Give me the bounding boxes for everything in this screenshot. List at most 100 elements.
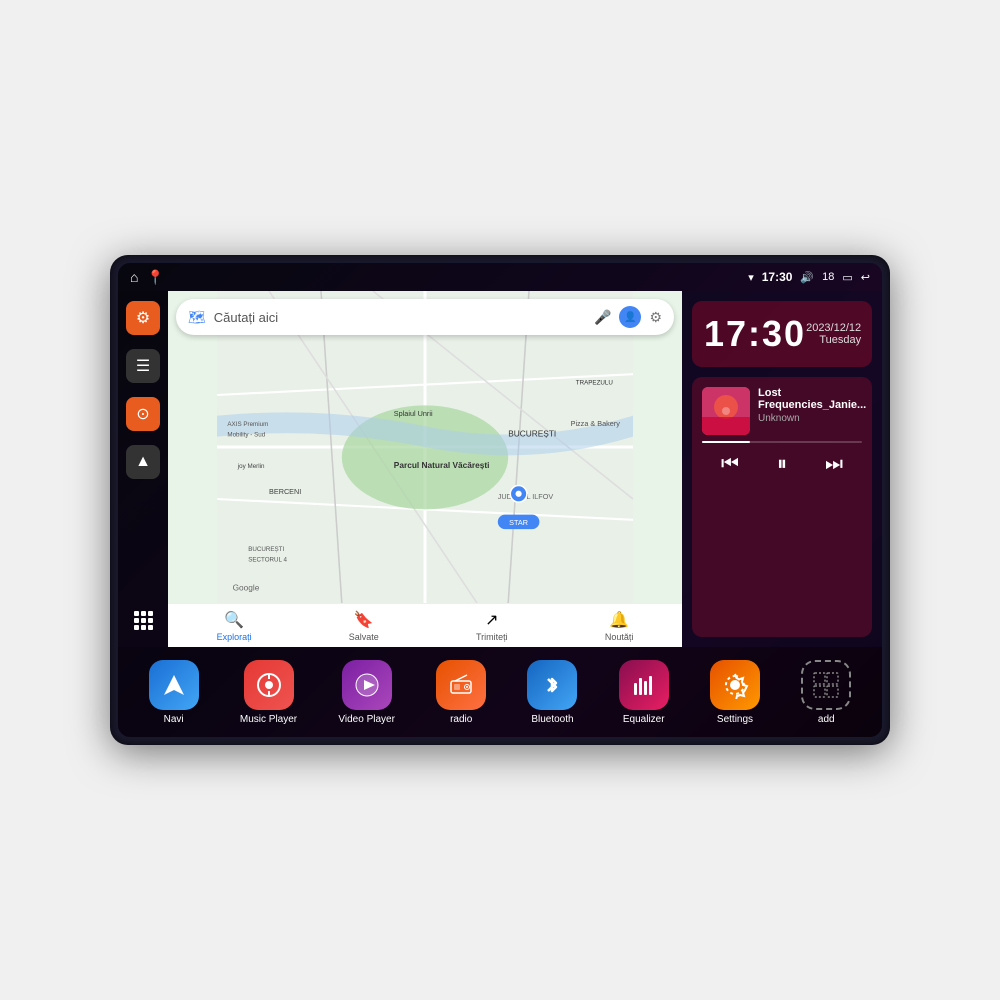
svg-text:Google: Google (233, 583, 260, 593)
battery-level: 18 (822, 271, 834, 283)
app-settings[interactable]: Settings (710, 660, 760, 725)
share-icon: ↗ (485, 610, 498, 630)
user-avatar[interactable]: 👤 (619, 306, 641, 328)
navi-label: Navi (164, 714, 184, 725)
music-album-art (702, 387, 750, 435)
apps-dock: Navi Music Player (118, 647, 882, 737)
music-controls: ⏮ ⏸ ⏭ (702, 449, 862, 480)
music-widget: Lost Frequencies_Janie... Unknown ⏮ ⏸ ⏭ (692, 377, 872, 637)
car-display-device: ⌂ 📍 ▾ 17:30 🔊 18 ▭ ↩ ⚙ ☰ (110, 255, 890, 745)
wifi-icon: ▾ (748, 271, 754, 284)
status-time: 17:30 (762, 270, 793, 284)
app-bluetooth[interactable]: Bluetooth (527, 660, 577, 725)
home-icon: ⌂ (130, 269, 138, 285)
clock-widget: 17:30 2023/12/12 Tuesday (692, 301, 872, 367)
music-pause-button[interactable]: ⏸ (773, 449, 791, 480)
app-add[interactable]: add (801, 660, 851, 725)
svg-text:Parcul Natural Văcărești: Parcul Natural Văcărești (394, 460, 490, 470)
svg-text:Splaiul Unrii: Splaiul Unrii (394, 409, 433, 418)
music-details: Lost Frequencies_Janie... Unknown (758, 387, 866, 424)
equalizer-label: Equalizer (623, 714, 665, 725)
app-music-player[interactable]: Music Player (240, 660, 297, 725)
status-bar: ⌂ 📍 ▾ 17:30 🔊 18 ▭ ↩ (118, 263, 882, 291)
news-icon: 🔔 (609, 610, 629, 630)
mic-icon[interactable]: 🎤 (594, 309, 611, 326)
folder-icon: ☰ (136, 356, 150, 376)
map-nav-news[interactable]: 🔔 Noutăți (605, 610, 634, 642)
google-maps-icon: 🗺 (188, 309, 206, 326)
status-right-info: ▾ 17:30 🔊 18 ▭ ↩ (748, 270, 870, 284)
map-nav-saved[interactable]: 🔖 Salvate (349, 610, 379, 642)
app-navi[interactable]: Navi (149, 660, 199, 725)
svg-text:Pizza & Bakery: Pizza & Bakery (571, 419, 621, 428)
sidebar-nav-button[interactable]: ▲ (126, 445, 160, 479)
map-nav-share[interactable]: ↗ Trimiteți (476, 610, 508, 642)
settings-icon-dock (710, 660, 760, 710)
svg-text:BERCENI: BERCENI (269, 487, 301, 496)
right-panel: 17:30 2023/12/12 Tuesday (682, 291, 882, 647)
map-settings-icon[interactable]: ⚙ (649, 309, 662, 326)
sidebar-location-button[interactable]: ⊙ (126, 397, 160, 431)
svg-text:BUCUREȘTI: BUCUREȘTI (248, 546, 284, 553)
center-area: Parcul Natural Văcărești BUCUREȘTI JUDEȚ… (168, 291, 682, 647)
map-nav-explore[interactable]: 🔍 Explorați (217, 610, 252, 642)
music-player-icon (244, 660, 294, 710)
map-search-input[interactable]: Căutați aici (214, 310, 586, 325)
clock-date: 2023/12/12 (806, 322, 861, 334)
map-svg: Parcul Natural Văcărești BUCUREȘTI JUDEȚ… (168, 291, 682, 603)
bluetooth-icon (527, 660, 577, 710)
add-icon (801, 660, 851, 710)
news-label: Noutăți (605, 632, 634, 642)
equalizer-icon (619, 660, 669, 710)
video-player-icon (342, 660, 392, 710)
svg-text:AXIS Premium: AXIS Premium (227, 421, 268, 428)
back-icon[interactable]: ↩ (861, 271, 870, 284)
volume-icon: 🔊 (800, 271, 814, 284)
svg-text:STAR: STAR (509, 518, 528, 527)
svg-text:TRAPEZULU: TRAPEZULU (576, 380, 614, 387)
bluetooth-label: Bluetooth (531, 714, 573, 725)
nav-arrow-icon: ▲ (135, 453, 151, 471)
video-player-label: Video Player (338, 714, 395, 725)
map-container[interactable]: Parcul Natural Văcărești BUCUREȘTI JUDEȚ… (168, 291, 682, 603)
saved-label: Salvate (349, 632, 379, 642)
device-screen: ⌂ 📍 ▾ 17:30 🔊 18 ▭ ↩ ⚙ ☰ (118, 263, 882, 737)
music-next-button[interactable]: ⏭ (821, 449, 847, 480)
navi-icon (149, 660, 199, 710)
apps-grid-icon (134, 611, 153, 630)
explore-label: Explorați (217, 632, 252, 642)
svg-text:SECTORUL 4: SECTORUL 4 (248, 556, 287, 563)
add-label: add (818, 714, 835, 725)
radio-label: radio (450, 714, 472, 725)
battery-icon: ▭ (842, 271, 852, 284)
sidebar-folder-button[interactable]: ☰ (126, 349, 160, 383)
music-progress-bar[interactable] (702, 441, 862, 443)
radio-icon (436, 660, 486, 710)
svg-text:Mobility - Sud: Mobility - Sud (227, 432, 265, 439)
music-player-label: Music Player (240, 714, 297, 725)
music-artist: Unknown (758, 413, 866, 424)
status-left-icons: ⌂ 📍 (130, 269, 164, 286)
svg-text:joy Merlin: joy Merlin (237, 463, 265, 470)
map-bottom-nav: 🔍 Explorați 🔖 Salvate ↗ Trimiteți 🔔 Nout… (168, 603, 682, 647)
app-video-player[interactable]: Video Player (338, 660, 395, 725)
music-prev-button[interactable]: ⏮ (717, 449, 743, 480)
settings-label: Settings (717, 714, 753, 725)
app-equalizer[interactable]: Equalizer (619, 660, 669, 725)
saved-icon: 🔖 (354, 610, 374, 630)
apps-grid-button[interactable] (126, 603, 160, 637)
map-icon: 📍 (146, 269, 163, 286)
clock-time: 17:30 (704, 313, 806, 355)
music-title: Lost Frequencies_Janie... (758, 387, 866, 411)
share-label: Trimiteți (476, 632, 508, 642)
svg-text:BUCUREȘTI: BUCUREȘTI (508, 429, 556, 439)
music-progress-fill (702, 441, 750, 443)
clock-day: Tuesday (806, 334, 861, 346)
settings-icon: ⚙ (136, 308, 150, 328)
app-radio[interactable]: radio (436, 660, 486, 725)
explore-icon: 🔍 (224, 610, 244, 630)
clock-date-info: 2023/12/12 Tuesday (806, 322, 861, 346)
map-search-bar[interactable]: 🗺 Căutați aici 🎤 👤 ⚙ (176, 299, 674, 335)
left-sidebar: ⚙ ☰ ⊙ ▲ (118, 291, 168, 647)
sidebar-settings-button[interactable]: ⚙ (126, 301, 160, 335)
